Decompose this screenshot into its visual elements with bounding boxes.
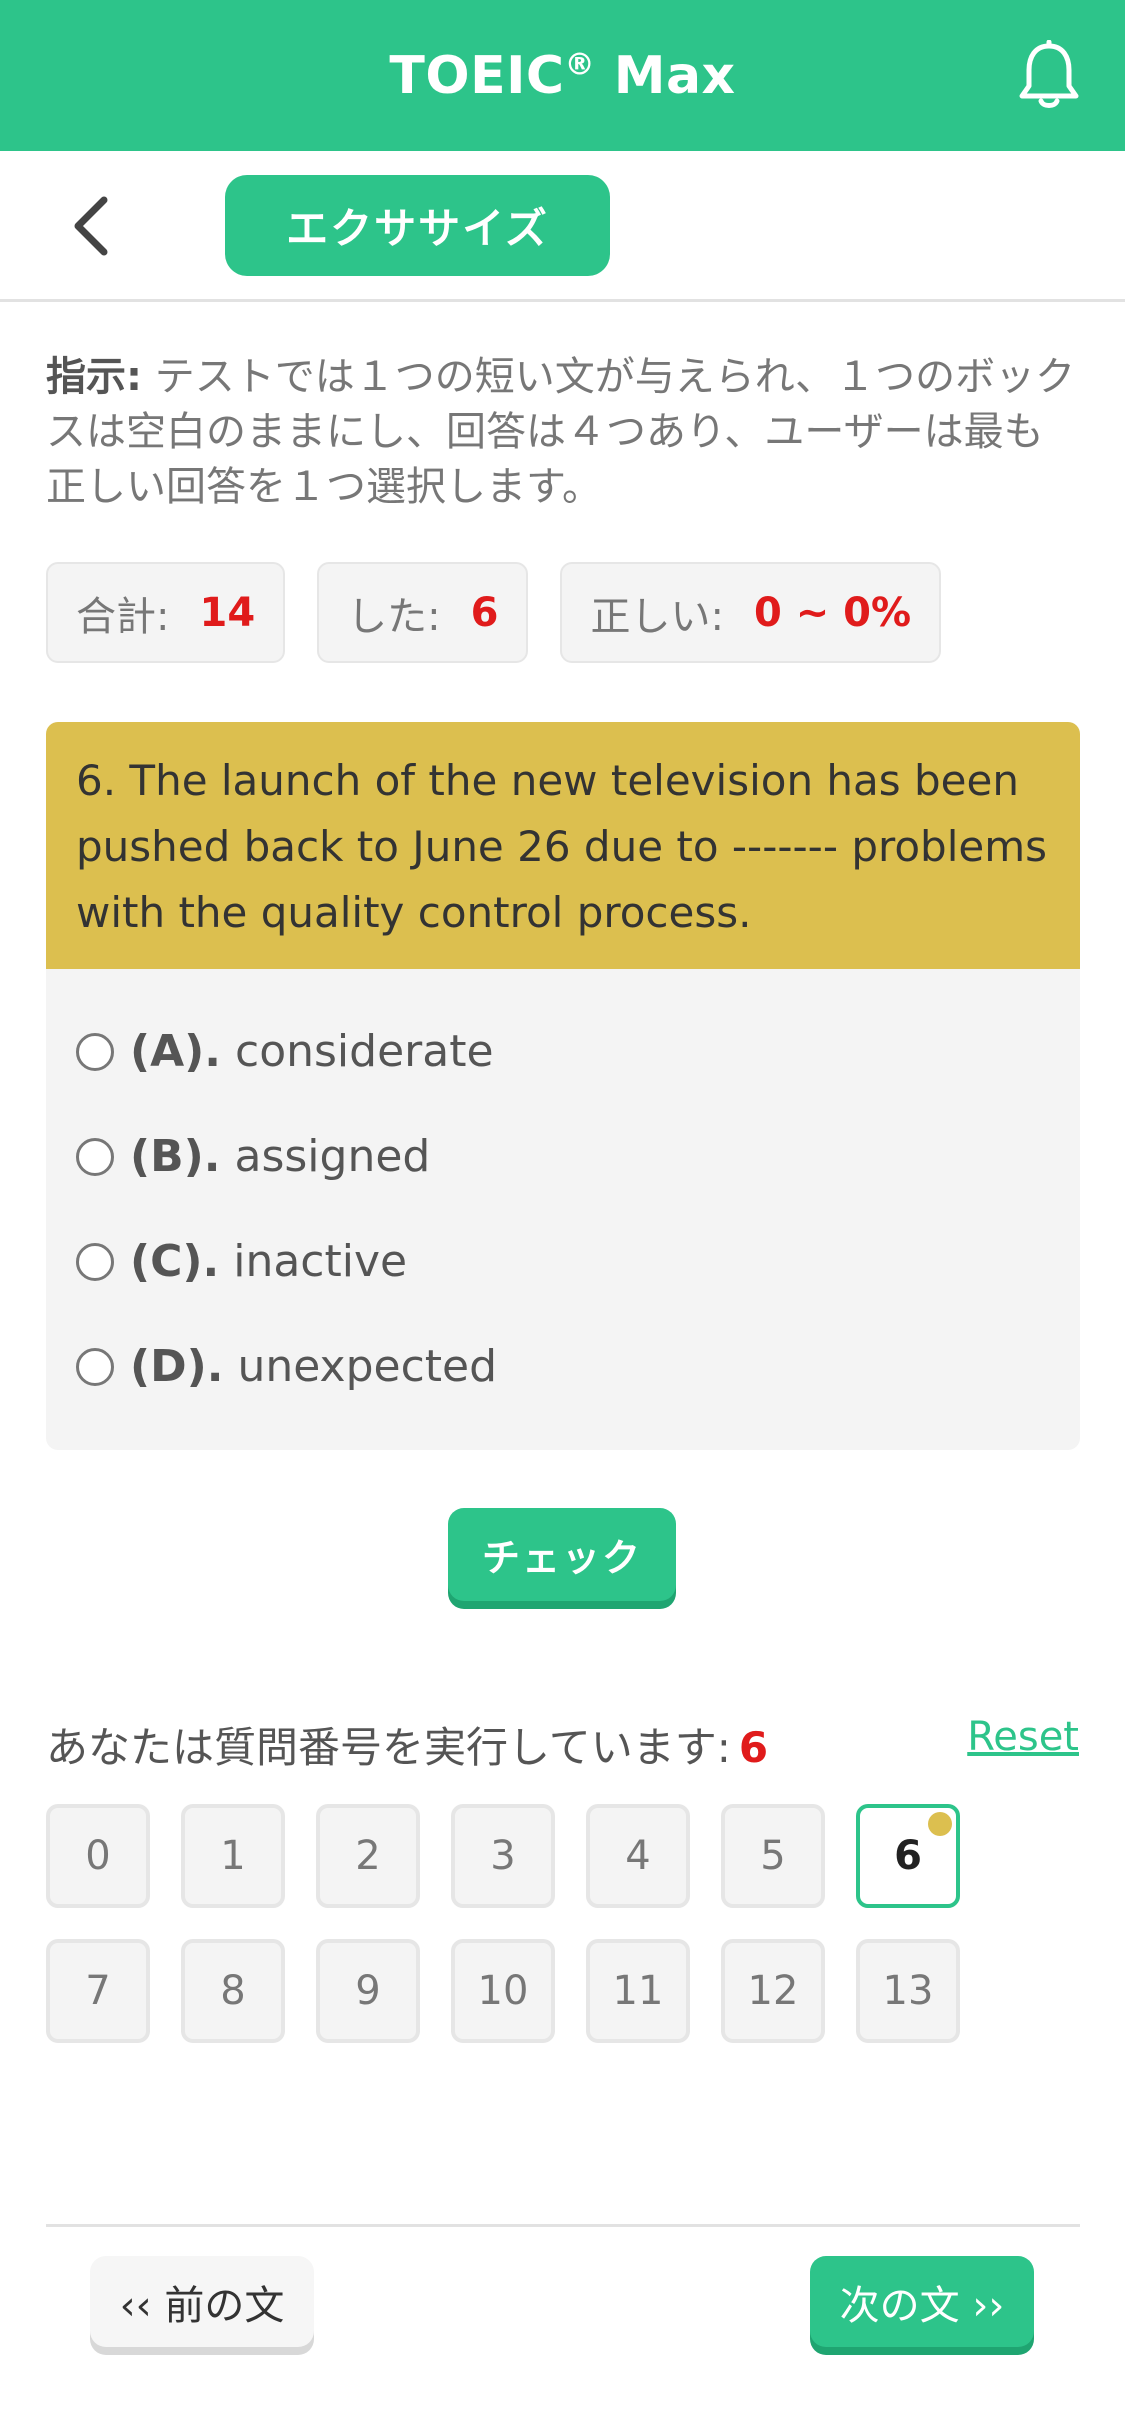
question-number-button[interactable]: 4 xyxy=(586,1804,690,1908)
question-number-button[interactable]: 1 xyxy=(181,1804,285,1908)
option-b[interactable]: (B). assigned xyxy=(46,1104,1080,1209)
question-number-button-active[interactable]: 6 xyxy=(856,1804,960,1908)
chevron-left-icon[interactable] xyxy=(55,191,125,261)
question-number-button[interactable]: 9 xyxy=(316,1939,420,2043)
answer-options: (A). considerate (B). assigned (C). inac… xyxy=(46,969,1080,1419)
next-sentence-button[interactable]: 次の文 ›› xyxy=(810,2256,1034,2347)
question-card: 6. The launch of the new television has … xyxy=(46,722,1080,1450)
current-question-number: 6 xyxy=(738,1723,769,1772)
progress-label: あなたは質問番号を実行しています: 6 xyxy=(46,1723,769,1772)
tab-exercise[interactable]: エクササイズ xyxy=(225,175,610,276)
question-number-button[interactable]: 10 xyxy=(451,1939,555,2043)
instructions: 指示: テストでは１つの短い文が与えられ、１つのボックスは空白のままにし、回答は… xyxy=(46,350,1076,515)
question-number-button[interactable]: 11 xyxy=(586,1939,690,2043)
question-number-button[interactable]: 2 xyxy=(316,1804,420,1908)
question-number-button[interactable]: 12 xyxy=(721,1939,825,2043)
radio-button[interactable] xyxy=(76,1347,114,1386)
previous-sentence-button[interactable]: ‹‹ 前の文 xyxy=(90,2256,314,2347)
question-number-button[interactable]: 0 xyxy=(46,1804,150,1908)
stat-correct: 正しい: 0 ~ 0% xyxy=(560,562,942,663)
footer-divider xyxy=(46,2224,1080,2227)
question-number-button[interactable]: 3 xyxy=(451,1804,555,1908)
question-number-button[interactable]: 8 xyxy=(181,1939,285,2043)
question-number-button[interactable]: 13 xyxy=(856,1939,960,2043)
toolbar: エクササイズ xyxy=(0,151,1125,302)
stat-done: した: 6 xyxy=(317,562,529,663)
instructions-label: 指示: xyxy=(46,354,142,400)
option-a[interactable]: (A). considerate xyxy=(46,999,1080,1104)
question-text: 6. The launch of the new television has … xyxy=(46,722,1080,969)
question-number-button[interactable]: 5 xyxy=(721,1804,825,1908)
app-header: TOEIC® Max xyxy=(0,0,1125,151)
option-c[interactable]: (C). inactive xyxy=(46,1209,1080,1314)
check-button[interactable]: チェック xyxy=(448,1508,676,1601)
reset-link[interactable]: Reset xyxy=(967,1714,1079,1760)
radio-button[interactable] xyxy=(76,1032,114,1071)
current-indicator-dot xyxy=(928,1812,952,1836)
stat-total: 合計: 14 xyxy=(46,562,286,663)
question-number-grid: 0 1 2 3 4 5 6 7 8 9 10 11 12 13 xyxy=(46,1804,1006,2043)
question-number-button[interactable]: 7 xyxy=(46,1939,150,2043)
option-d[interactable]: (D). unexpected xyxy=(46,1314,1080,1419)
radio-button[interactable] xyxy=(76,1242,114,1281)
stats-bar: 合計: 14 した: 6 正しい: 0 ~ 0% xyxy=(46,562,942,663)
app-title: TOEIC® Max xyxy=(389,45,736,106)
radio-button[interactable] xyxy=(76,1137,114,1176)
bell-icon[interactable] xyxy=(1009,36,1089,116)
instructions-text: テストでは１つの短い文が与えられ、１つのボックスは空白のままにし、回答は４つあり… xyxy=(46,354,1076,510)
